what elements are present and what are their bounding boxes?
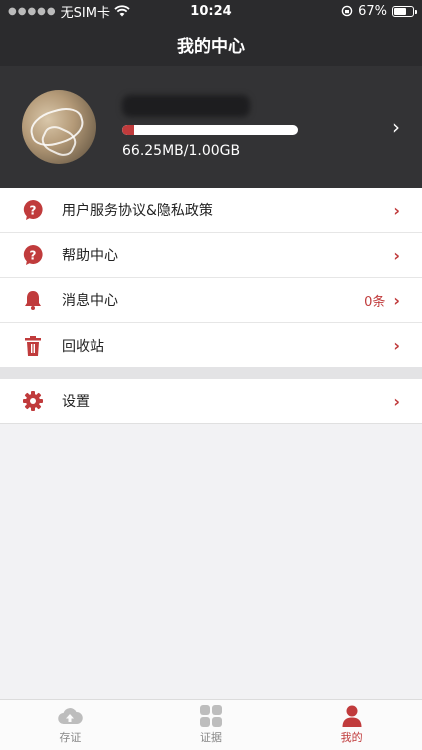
gear-icon: [22, 390, 44, 412]
tab-label: 证据: [200, 731, 222, 744]
menu-item-label: 设置: [62, 394, 90, 410]
tab-mine[interactable]: 我的: [281, 700, 422, 750]
menu-item-recycle-bin[interactable]: 回收站 ›: [0, 323, 422, 368]
avatar[interactable]: [22, 90, 96, 164]
menu-item-help[interactable]: ? 帮助中心 ›: [0, 233, 422, 278]
chevron-right-icon[interactable]: ›: [392, 115, 400, 139]
chevron-right-icon: ›: [393, 200, 400, 220]
cloud-upload-icon: [58, 708, 84, 725]
grid-icon: [200, 705, 222, 727]
svg-text:?: ?: [30, 204, 37, 218]
profile-header[interactable]: 66.25MB/1.00GB ›: [0, 66, 422, 188]
menu-item-label: 消息中心: [62, 293, 118, 309]
tab-evidence[interactable]: 证据: [141, 700, 282, 750]
menu-item-messages[interactable]: 消息中心 0条 ›: [0, 278, 422, 323]
username-redacted: [122, 95, 250, 117]
nav-bar: 我的中心: [0, 22, 422, 66]
storage-bar-fill: [122, 125, 134, 135]
menu-item-settings[interactable]: 设置 ›: [0, 379, 422, 424]
chevron-right-icon: ›: [393, 391, 400, 411]
menu-item-label: 回收站: [62, 338, 104, 355]
message-count-badge: 0条: [364, 294, 386, 310]
chevron-right-icon: ›: [393, 245, 400, 265]
battery-percent: 67%: [358, 3, 387, 19]
battery-icon: [392, 5, 417, 17]
menu-list: ? 用户服务协议&隐私政策 › ? 帮助中心 › 消息中心 0条 › 回收站 ›: [0, 188, 422, 368]
tab-deposit[interactable]: 存证: [0, 700, 141, 750]
menu-item-label: 帮助中心: [62, 248, 118, 264]
storage-bar: [122, 125, 298, 135]
section-divider: [0, 367, 422, 379]
battery-level: [394, 7, 407, 15]
question-icon: ?: [22, 199, 44, 221]
menu-item-label: 用户服务协议&隐私政策: [62, 203, 213, 219]
chevron-right-icon: ›: [393, 336, 400, 355]
carrier-label: 无SIM卡: [60, 5, 110, 21]
svg-text:?: ?: [30, 249, 37, 263]
tab-label: 我的: [340, 731, 363, 744]
wifi-icon: [114, 5, 130, 17]
menu-item-agreement[interactable]: ? 用户服务协议&隐私政策 ›: [0, 188, 422, 233]
status-bar: ●●●●● 无SIM卡 10:24 67%: [0, 0, 422, 22]
rotation-lock-icon: [341, 5, 353, 17]
storage-usage-text: 66.25MB/1.00GB: [122, 143, 241, 159]
chevron-right-icon: ›: [393, 290, 400, 310]
tab-label: 存证: [59, 731, 82, 744]
bell-icon: [22, 289, 44, 311]
signal-icon: ●●●●●: [8, 5, 57, 17]
page-title: 我的中心: [177, 36, 245, 57]
person-icon: [342, 705, 362, 727]
tab-bar: 存证 证据 我的: [0, 699, 422, 750]
question-icon: ?: [22, 244, 44, 266]
trash-icon: [22, 335, 44, 357]
